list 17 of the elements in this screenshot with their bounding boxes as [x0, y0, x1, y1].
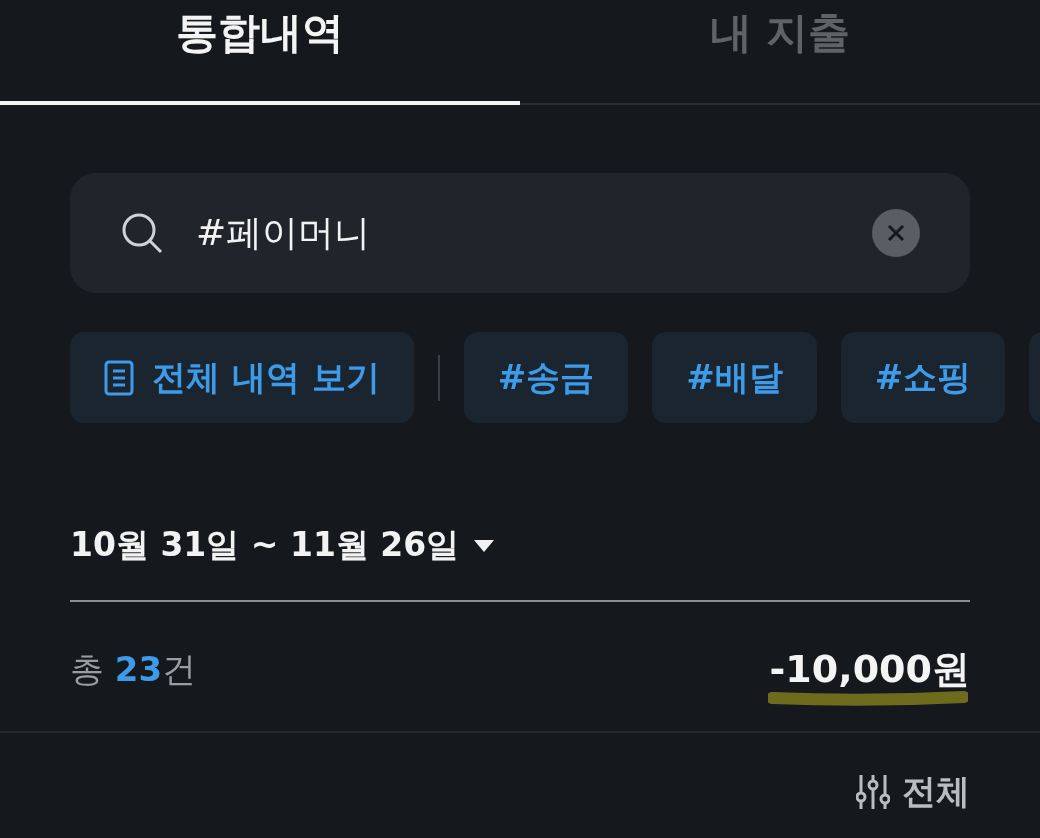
search-field[interactable]: #페이머니 [196, 212, 840, 254]
tag-chip[interactable]: #쇼핑 [840, 332, 1006, 423]
tag-chip[interactable]: #송금 [463, 332, 629, 423]
date-range-selector[interactable]: 10월 31일 ~ 11월 26일 [70, 523, 496, 568]
close-icon [886, 223, 906, 243]
clear-button[interactable] [872, 209, 920, 257]
total-amount: -10,000원 [769, 644, 970, 695]
tag-chip[interactable]: #배달 [652, 332, 817, 423]
tab[interactable]: 내 지출 [520, 0, 1040, 105]
transaction-count: 총 23건 [70, 647, 197, 691]
sliders-icon [856, 773, 890, 811]
caret-icon [473, 538, 496, 553]
tab[interactable]: 통합내역 [0, 0, 520, 105]
filter-button[interactable]: 전체 [856, 769, 970, 815]
search-icon [120, 211, 164, 255]
chip[interactable]: 전체 내역 보기 [70, 332, 414, 423]
document-icon [104, 359, 134, 396]
